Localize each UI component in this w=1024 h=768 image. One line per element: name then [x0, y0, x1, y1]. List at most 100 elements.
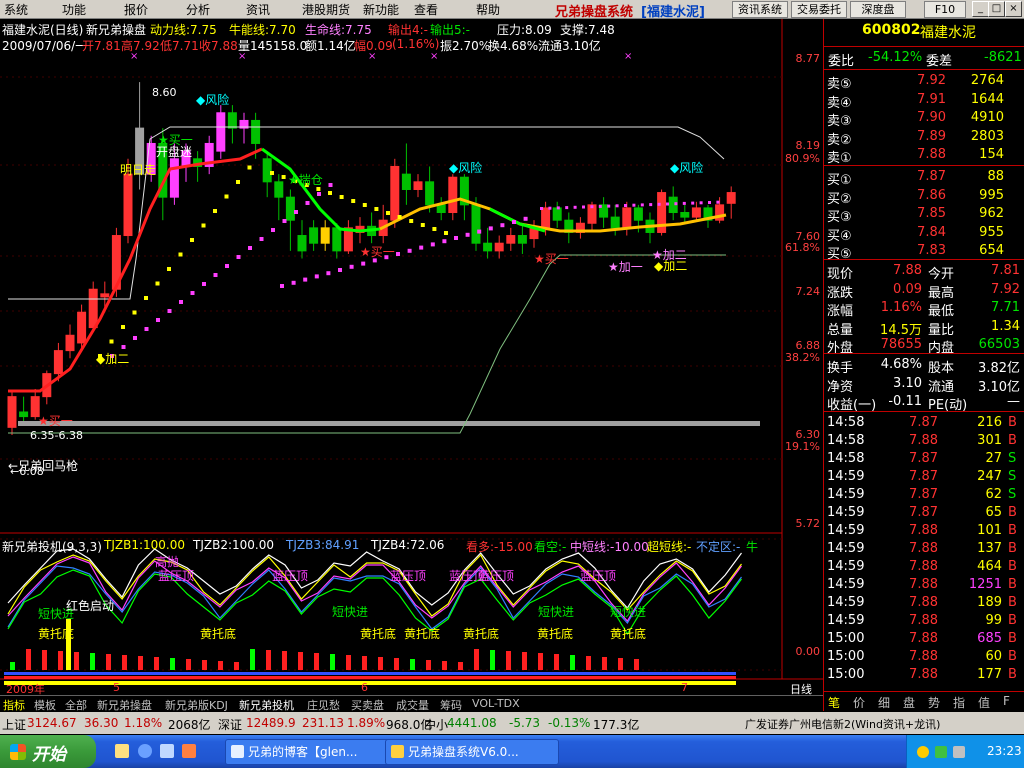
chart-area[interactable]: 福建水泥(日线) 新兄弟操盘 动力线:7.75 牛能线:7.70 生命线:7.7… [0, 19, 823, 696]
time-axis-june: 6 [361, 681, 368, 694]
tab-all[interactable]: 全部 [65, 697, 87, 713]
candle-body [123, 173, 133, 237]
sh-value: 3124.67 [27, 716, 77, 730]
tick-row: 14:58 7.87 27 S [824, 450, 1024, 468]
tick-direction: B [1008, 649, 1017, 664]
tab-new-brother-trade[interactable]: 新兄弟操盘 [97, 697, 152, 713]
tick-time: 14:59 [827, 613, 865, 628]
sar-dot-magenta [259, 237, 264, 241]
time-axis-may: 5 [113, 681, 120, 694]
windows-logo-icon [10, 744, 26, 760]
candle-body [471, 204, 481, 244]
indicator-bar [58, 651, 63, 670]
quote-tab[interactable]: F [1003, 694, 1010, 708]
tab-vol-tdx[interactable]: VOL-TDX [472, 697, 520, 710]
weibi-label: 委比 [828, 54, 855, 69]
stat-value: 4.68% [880, 357, 922, 372]
f10-button[interactable]: F10 [924, 1, 966, 18]
candle-body [274, 181, 284, 198]
quote-tab[interactable]: 势 [928, 694, 940, 711]
sar-dot-magenta [430, 242, 435, 247]
menu-help[interactable]: 帮助 [476, 1, 500, 18]
sar-dot-magenta [465, 232, 470, 237]
quicklaunch-media-icon[interactable] [160, 744, 174, 758]
sar-dot-yellow [144, 296, 148, 300]
tab-template[interactable]: 模板 [34, 697, 56, 713]
indicator-bar [314, 653, 319, 670]
menu-hk-futures[interactable]: 港股期货 [302, 1, 350, 18]
quote-tab[interactable]: 值 [978, 694, 990, 711]
candle-body [251, 119, 261, 144]
news-system-button[interactable]: 资讯系统 [732, 1, 788, 18]
close-icon[interactable]: × [1005, 1, 1022, 17]
tab-zhuang-worry[interactable]: 庄见愁 [307, 697, 340, 713]
minimize-icon[interactable]: _ [972, 1, 989, 17]
stat-label: 最高 [928, 285, 955, 301]
tab-volume[interactable]: 成交量 [396, 697, 429, 713]
zx-change: -5.73 [509, 716, 541, 730]
tray-icon-1[interactable] [917, 746, 929, 758]
sh-amount: 2068亿 [168, 718, 211, 732]
tab-buy-sell[interactable]: 买卖盘 [351, 697, 384, 713]
quote-tab[interactable]: 盘 [903, 694, 915, 711]
menu-news[interactable]: 资讯 [246, 1, 270, 18]
tick-price: 7.88 [909, 631, 938, 646]
ask-price: 7.90 [917, 110, 946, 125]
bid-row: 买④ 7.84 955 [824, 224, 1024, 244]
sar-dot-magenta [419, 245, 424, 250]
quicklaunch-ie-icon[interactable] [138, 744, 152, 758]
menu-quote[interactable]: 报价 [124, 1, 148, 18]
quote-tab[interactable]: 细 [878, 694, 890, 711]
indicator-bar [522, 652, 527, 670]
tab-indicator[interactable]: 指标 [3, 697, 25, 713]
stat-label: 股本 [928, 361, 955, 376]
indicator-bar [458, 662, 463, 670]
stay-label: 揣仓 [298, 173, 323, 187]
bid-label: 买② [827, 191, 852, 207]
quicklaunch-desktop-icon[interactable] [115, 744, 129, 758]
menu-system[interactable]: 系统 [4, 1, 28, 18]
candle-body [216, 112, 226, 152]
tick-time: 15:00 [827, 649, 865, 664]
menu-analysis[interactable]: 分析 [186, 1, 210, 18]
tab-new-brother-spec[interactable]: 新兄弟投机 [239, 697, 294, 713]
tab-new-brother-kdj[interactable]: 新兄弟版KDJ [165, 697, 228, 713]
price-axis-1: 8.77 [795, 52, 821, 65]
tab-chips[interactable]: 筹码 [440, 697, 462, 713]
stat-label: 涨跌 [827, 285, 854, 301]
sar-dot-magenta [144, 327, 149, 331]
trade-order-button[interactable]: 交易委托 [791, 1, 847, 18]
ind-blue-press-2: 蓝压顶 [272, 569, 309, 583]
status-bar: 上证 3124.67 36.30 1.18% 2068亿 深证 12489.9 … [0, 712, 1024, 734]
task-blog[interactable]: 兄弟的博客【glen... [225, 739, 399, 765]
quote-tab[interactable]: 指 [953, 694, 965, 711]
stat-value: 1.34 [991, 318, 1020, 334]
quote-tab[interactable]: 笔 [828, 694, 840, 711]
quicklaunch-app-icon[interactable] [182, 744, 196, 758]
bid-price: 7.86 [917, 187, 946, 203]
tick-row: 14:59 7.88 101 B [824, 522, 1024, 540]
candle-body [506, 235, 516, 244]
indicator-bar [330, 654, 335, 670]
menu-function[interactable]: 功能 [62, 1, 86, 18]
speaker-icon[interactable] [953, 746, 965, 758]
quote-tab[interactable]: 价 [853, 694, 865, 711]
task-trading-system[interactable]: 兄弟操盘系统V6.0... [385, 739, 559, 765]
tick-time: 15:00 [827, 631, 865, 646]
cow-value: 牛 [746, 540, 759, 554]
sz-pct: 1.89% [347, 716, 386, 730]
top-marker: × [430, 51, 438, 62]
sar-dot-magenta [396, 252, 400, 256]
ind-yellow-bottom-5: 黄托底 [463, 627, 500, 641]
tjzb2-value: TJZB2:100.00 [193, 538, 274, 552]
candle-body [448, 176, 458, 214]
menu-view[interactable]: 查看 [414, 1, 438, 18]
tray-icon-2[interactable] [935, 746, 947, 758]
maximize-icon[interactable]: □ [988, 1, 1005, 17]
stat-label: 总量 [827, 322, 854, 338]
depth-book-button[interactable]: 深度盘 [850, 1, 906, 18]
ask-volume: 2764 [970, 73, 1004, 88]
annotation-buy-2: ★买一 [534, 252, 569, 266]
start-button[interactable]: 开始 [0, 735, 96, 768]
menu-new-function[interactable]: 新功能 [363, 1, 399, 18]
